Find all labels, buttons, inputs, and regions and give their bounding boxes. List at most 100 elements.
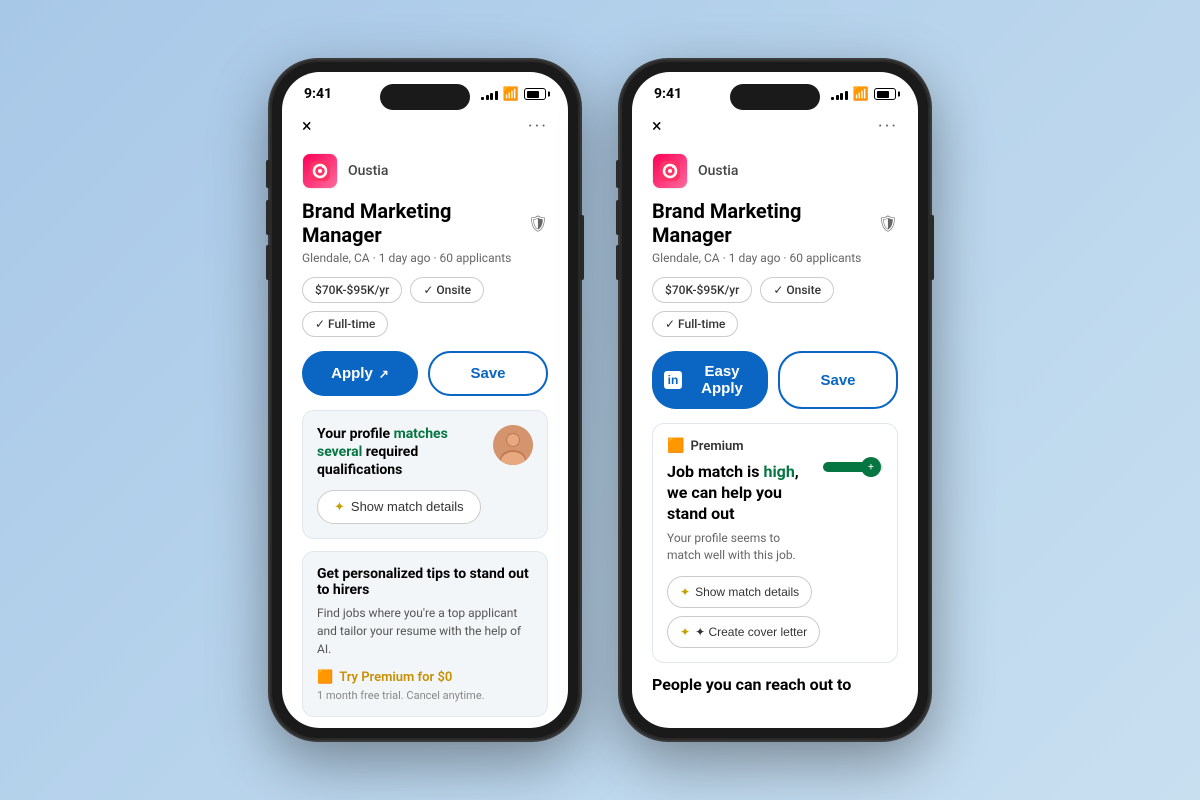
avatar-image-left — [493, 425, 533, 465]
sparkle-icon-match-right: ✦ — [680, 585, 690, 599]
tags-row-left: $70K-$95K/yr ✓ Onsite ✓ Full-time — [302, 277, 548, 337]
show-match-label-right: Show match details — [695, 585, 799, 599]
close-button-left[interactable]: × — [302, 116, 312, 137]
tag-onsite-left: ✓ Onsite — [410, 277, 484, 303]
company-logo-left — [302, 153, 338, 189]
wifi-icon-right: 📶 — [853, 87, 869, 102]
easy-apply-label-right: Easy Apply — [688, 363, 756, 397]
verified-icon-right: 🛡 — [878, 214, 898, 233]
tag-salary-left: $70K-$95K/yr — [302, 277, 402, 303]
try-premium-label-left: Try Premium for $0 — [339, 670, 452, 685]
status-icons-left: 📶 — [481, 87, 546, 102]
company-row-left: Oustia — [302, 153, 548, 189]
premium-actions-right: ✦ Show match details ✦ ✦ Create cover le… — [667, 576, 883, 648]
company-name-left[interactable]: Oustia — [348, 163, 388, 179]
job-meta-right: Glendale, CA · 1 day ago · 60 applicants — [652, 251, 898, 265]
premium-badge-row-right: 🟧 Premium — [667, 438, 883, 454]
save-button-left[interactable]: Save — [428, 351, 548, 396]
match-text-left: Your profile matches several required qu… — [317, 425, 533, 480]
try-premium-button-left[interactable]: 🟧 Try Premium for $0 — [317, 670, 452, 685]
job-title-left: Brand Marketing Manager — [302, 199, 520, 247]
close-button-right[interactable]: × — [652, 116, 662, 137]
oustia-logo-right — [658, 159, 682, 183]
mute-button-left[interactable] — [266, 160, 270, 188]
premium-card-right: 🟧 Premium Job match is high, we can help… — [652, 423, 898, 663]
tips-title-left: Get personalized tips to stand out to hi… — [317, 566, 533, 598]
save-button-right[interactable]: Save — [778, 351, 898, 409]
tags-row-right: $70K-$95K/yr ✓ Onsite ✓ Full-time — [652, 277, 898, 337]
linkedin-icon-right: in — [664, 371, 682, 389]
left-phone-screen: 9:41 📶 × ··· — [282, 72, 568, 728]
verified-icon-left: 🛡 — [528, 214, 548, 233]
save-label-left: Save — [470, 365, 505, 382]
premium-gem-right: 🟧 — [667, 438, 684, 454]
company-row-right: Oustia — [652, 153, 898, 189]
power-button-left[interactable] — [580, 215, 584, 280]
match-card-left: Your profile matches several required qu… — [302, 410, 548, 539]
tag-salary-right: $70K-$95K/yr — [652, 277, 752, 303]
company-logo-right — [652, 153, 688, 189]
company-name-right[interactable]: Oustia — [698, 163, 738, 179]
apply-button-left[interactable]: Apply ↗ — [302, 351, 418, 396]
tag-fulltime-left: ✓ Full-time — [302, 311, 388, 337]
right-header-row: × ··· — [652, 116, 898, 137]
action-row-right: in Easy Apply Save — [652, 351, 898, 409]
premium-label-right: Premium — [690, 439, 743, 454]
meter-track-right: + — [823, 462, 883, 472]
job-meta-left: Glendale, CA · 1 day ago · 60 applicants — [302, 251, 548, 265]
tag-fulltime-right: ✓ Full-time — [652, 311, 738, 337]
dynamic-island-right — [730, 84, 820, 110]
job-title-right: Brand Marketing Manager — [652, 199, 870, 247]
match-description-left: Your profile matches several required qu… — [317, 425, 485, 480]
job-match-title-right: Job match is high, we can help you stand… — [667, 462, 815, 524]
meter-dot-right: + — [861, 457, 881, 477]
save-label-right: Save — [820, 372, 855, 389]
volume-up-button-left[interactable] — [266, 200, 270, 235]
premium-body-right: Job match is high, we can help you stand… — [667, 462, 883, 564]
volume-down-button-right[interactable] — [616, 245, 620, 280]
show-match-button-left[interactable]: ✦ Show match details — [317, 490, 481, 524]
more-button-right[interactable]: ··· — [878, 116, 898, 137]
left-header-row: × ··· — [302, 116, 548, 137]
dynamic-island-left — [380, 84, 470, 110]
match-meter-right: + — [823, 462, 883, 472]
mute-button-right[interactable] — [616, 160, 620, 188]
sparkle-icon-left: ✦ — [334, 499, 345, 515]
wifi-icon-left: 📶 — [503, 87, 519, 102]
tips-card-left: Get personalized tips to stand out to hi… — [302, 551, 548, 717]
time-left: 9:41 — [304, 86, 332, 102]
tag-onsite-right: ✓ Onsite — [760, 277, 834, 303]
right-phone-screen: 9:41 📶 × ··· — [632, 72, 918, 728]
right-phone: 9:41 📶 × ··· — [620, 60, 930, 740]
left-phone: 9:41 📶 × ··· — [270, 60, 580, 740]
premium-content-right: Job match is high, we can help you stand… — [667, 462, 815, 564]
people-section-title-right: People you can reach out to — [652, 675, 898, 694]
status-icons-right: 📶 — [831, 87, 896, 102]
job-match-high-right: high — [763, 462, 794, 481]
signal-icon-right — [831, 88, 848, 100]
create-cover-letter-label-right: ✦ Create cover letter — [695, 625, 807, 639]
more-button-left[interactable]: ··· — [528, 116, 548, 137]
volume-up-button-right[interactable] — [616, 200, 620, 235]
premium-gem-left: 🟧 — [317, 670, 333, 685]
external-link-icon-left: ↗ — [379, 367, 389, 381]
easy-apply-button-right[interactable]: in Easy Apply — [652, 351, 768, 409]
apply-label-left: Apply — [331, 365, 373, 382]
job-match-desc-right: Your profile seems to match well with th… — [667, 530, 815, 564]
battery-icon-left — [524, 88, 546, 100]
show-match-button-right[interactable]: ✦ Show match details — [667, 576, 812, 608]
battery-icon-right — [874, 88, 896, 100]
job-match-normal-right: Job match is — [667, 462, 763, 481]
match-normal-left: Your profile — [317, 426, 394, 442]
right-screen-content: × ··· Oustia Brand Marketing Manager — [632, 108, 918, 714]
left-screen-content: × ··· Oustia Brand Marketing Manager — [282, 108, 568, 728]
volume-down-button-left[interactable] — [266, 245, 270, 280]
avatar-left — [493, 425, 533, 465]
time-right: 9:41 — [654, 86, 682, 102]
create-cover-letter-button-right[interactable]: ✦ ✦ Create cover letter — [667, 616, 820, 648]
trial-text-left: 1 month free trial. Cancel anytime. — [317, 689, 533, 702]
sparkle-icon-cover-right: ✦ — [680, 625, 690, 639]
power-button-right[interactable] — [930, 215, 934, 280]
tips-body-left: Find jobs where you're a top applicant a… — [317, 604, 533, 658]
oustia-logo-left — [308, 159, 332, 183]
